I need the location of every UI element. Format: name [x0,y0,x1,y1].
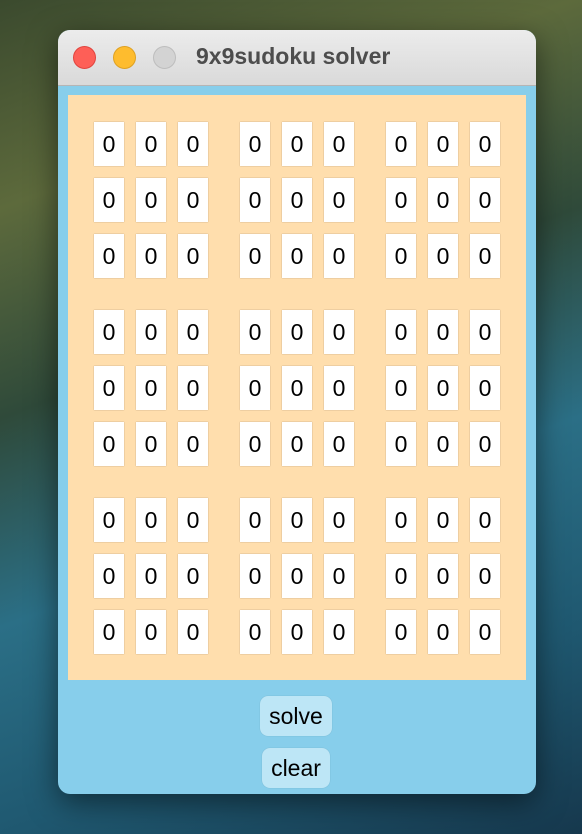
cell-input-r1-c2[interactable]: 0 [136,122,166,166]
window-title: 9x9sudoku solver [196,43,391,69]
cell-input-r8-c8[interactable]: 0 [428,554,458,598]
app-window: 9x9sudoku solver 00000000000000000000000… [58,30,536,794]
cell-input-r6-c5[interactable]: 0 [282,422,312,466]
cell-input-r2-c6[interactable]: 0 [324,178,354,222]
cell-input-r7-c4[interactable]: 0 [240,498,270,542]
cell-input-r1-c1[interactable]: 0 [94,122,124,166]
cell-input-r2-c8[interactable]: 0 [428,178,458,222]
cell-input-r6-c8[interactable]: 0 [428,422,458,466]
cell-input-r5-c1[interactable]: 0 [94,366,124,410]
cell-input-r5-c7[interactable]: 0 [386,366,416,410]
cell-input-r2-c7[interactable]: 0 [386,178,416,222]
zoom-button-disabled [153,46,176,69]
cell-input-r8-c1[interactable]: 0 [94,554,124,598]
cell-input-r6-c7[interactable]: 0 [386,422,416,466]
cell-input-r4-c8[interactable]: 0 [428,310,458,354]
cell-input-r7-c7[interactable]: 0 [386,498,416,542]
cell-input-r9-c1[interactable]: 0 [94,610,124,654]
cell-input-r3-c2[interactable]: 0 [136,234,166,278]
cell-input-r1-c9[interactable]: 0 [470,122,500,166]
cell-input-r4-c6[interactable]: 0 [324,310,354,354]
cell-input-r5-c9[interactable]: 0 [470,366,500,410]
cell-input-r5-c3[interactable]: 0 [178,366,208,410]
cell-input-r6-c9[interactable]: 0 [470,422,500,466]
cell-input-r5-c8[interactable]: 0 [428,366,458,410]
cell-input-r6-c2[interactable]: 0 [136,422,166,466]
cell-input-r7-c9[interactable]: 0 [470,498,500,542]
title-bar[interactable]: 9x9sudoku solver [58,30,536,86]
cell-input-r3-c9[interactable]: 0 [470,234,500,278]
cell-input-r4-c5[interactable]: 0 [282,310,312,354]
cell-input-r7-c5[interactable]: 0 [282,498,312,542]
cell-input-r7-c3[interactable]: 0 [178,498,208,542]
cell-input-r5-c2[interactable]: 0 [136,366,166,410]
cell-input-r8-c9[interactable]: 0 [470,554,500,598]
cell-input-r8-c7[interactable]: 0 [386,554,416,598]
cell-input-r9-c5[interactable]: 0 [282,610,312,654]
cell-input-r8-c3[interactable]: 0 [178,554,208,598]
cell-input-r4-c7[interactable]: 0 [386,310,416,354]
cell-input-r7-c2[interactable]: 0 [136,498,166,542]
cell-input-r8-c4[interactable]: 0 [240,554,270,598]
cell-input-r1-c6[interactable]: 0 [324,122,354,166]
cell-input-r4-c2[interactable]: 0 [136,310,166,354]
cell-input-r3-c1[interactable]: 0 [94,234,124,278]
cell-input-r9-c6[interactable]: 0 [324,610,354,654]
cell-input-r9-c2[interactable]: 0 [136,610,166,654]
cell-input-r3-c3[interactable]: 0 [178,234,208,278]
cell-input-r3-c8[interactable]: 0 [428,234,458,278]
cell-input-r1-c3[interactable]: 0 [178,122,208,166]
cell-input-r3-c6[interactable]: 0 [324,234,354,278]
cell-input-r3-c7[interactable]: 0 [386,234,416,278]
cell-input-r8-c2[interactable]: 0 [136,554,166,598]
solve-button[interactable]: solve [260,696,332,736]
cell-input-r7-c6[interactable]: 0 [324,498,354,542]
cell-input-r2-c9[interactable]: 0 [470,178,500,222]
cell-input-r7-c1[interactable]: 0 [94,498,124,542]
cell-input-r5-c5[interactable]: 0 [282,366,312,410]
cell-input-r7-c8[interactable]: 0 [428,498,458,542]
cell-input-r2-c3[interactable]: 0 [178,178,208,222]
cell-input-r4-c4[interactable]: 0 [240,310,270,354]
cell-input-r9-c4[interactable]: 0 [240,610,270,654]
cell-input-r5-c4[interactable]: 0 [240,366,270,410]
cell-input-r5-c6[interactable]: 0 [324,366,354,410]
cell-input-r3-c4[interactable]: 0 [240,234,270,278]
cell-input-r1-c5[interactable]: 0 [282,122,312,166]
cell-input-r4-c9[interactable]: 0 [470,310,500,354]
cell-input-r4-c3[interactable]: 0 [178,310,208,354]
cell-input-r6-c3[interactable]: 0 [178,422,208,466]
cell-input-r1-c7[interactable]: 0 [386,122,416,166]
cell-input-r2-c5[interactable]: 0 [282,178,312,222]
cell-input-r2-c4[interactable]: 0 [240,178,270,222]
cell-input-r4-c1[interactable]: 0 [94,310,124,354]
cell-input-r9-c7[interactable]: 0 [386,610,416,654]
cell-input-r9-c9[interactable]: 0 [470,610,500,654]
cell-input-r1-c8[interactable]: 0 [428,122,458,166]
clear-button[interactable]: clear [262,748,330,788]
close-button[interactable] [73,46,96,69]
cell-input-r2-c1[interactable]: 0 [94,178,124,222]
cell-input-r9-c8[interactable]: 0 [428,610,458,654]
cell-input-r1-c4[interactable]: 0 [240,122,270,166]
cell-input-r9-c3[interactable]: 0 [178,610,208,654]
cell-input-r3-c5[interactable]: 0 [282,234,312,278]
sudoku-board: 0000000000000000000000000000000000000000… [68,95,526,680]
cell-input-r8-c5[interactable]: 0 [282,554,312,598]
cell-input-r2-c2[interactable]: 0 [136,178,166,222]
minimize-button[interactable] [113,46,136,69]
cell-input-r6-c6[interactable]: 0 [324,422,354,466]
cell-input-r8-c6[interactable]: 0 [324,554,354,598]
cell-input-r6-c1[interactable]: 0 [94,422,124,466]
cell-input-r6-c4[interactable]: 0 [240,422,270,466]
